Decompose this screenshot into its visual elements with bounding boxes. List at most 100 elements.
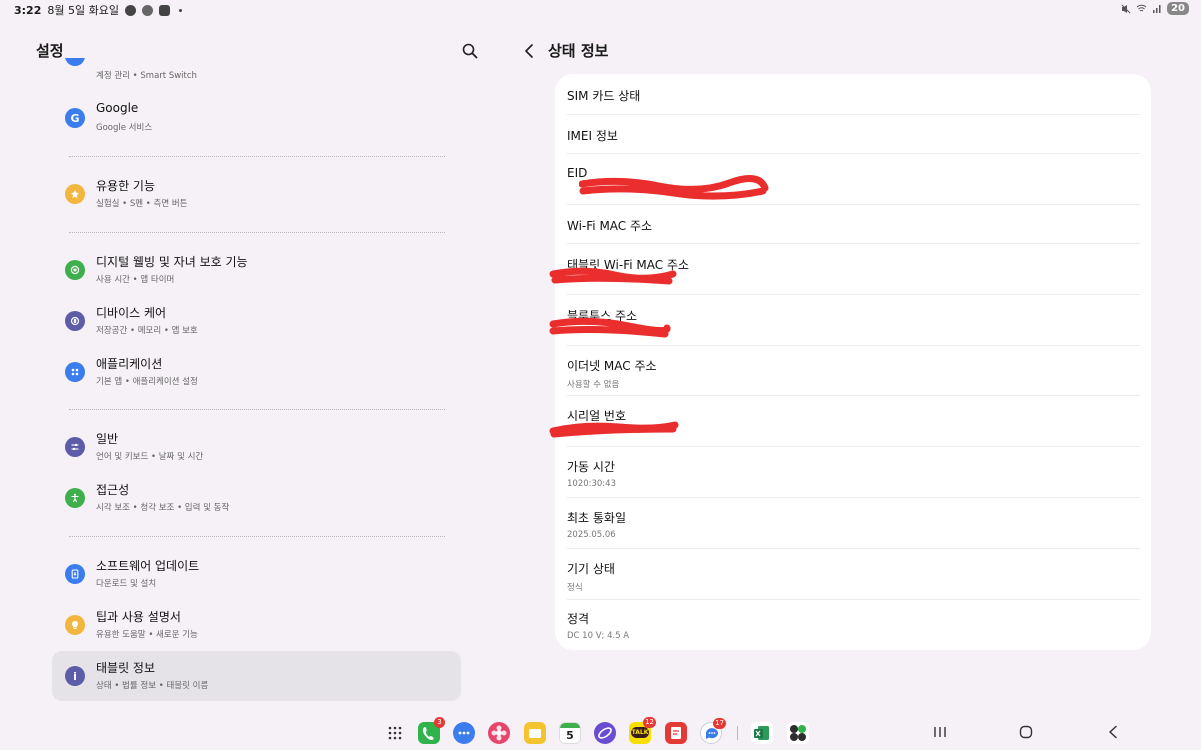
menu-item-advanced-features[interactable]: 유용한 기능 실험실 • S펜 • 측면 버튼	[52, 169, 461, 219]
signal-icon	[1153, 5, 1161, 13]
row-divider	[567, 153, 1140, 154]
section-divider	[69, 232, 445, 233]
menu-item-title: 소프트웨어 업데이트	[96, 559, 200, 573]
internet-app-icon[interactable]	[594, 722, 616, 744]
menu-item-accounts-partial[interactable]: 계정 관리 • Smart Switch	[52, 58, 461, 80]
notification-chat-icon	[124, 4, 136, 16]
row-title: 최초 통화일	[567, 511, 627, 525]
row-divider	[567, 243, 1140, 244]
row-title: 이더넷 MAC 주소	[567, 359, 657, 373]
excel-app-icon[interactable]	[751, 722, 773, 744]
menu-item-subtitle: Google 서비스	[96, 123, 153, 133]
menu-item-subtitle: 시각 보조 • 청각 보조 • 입력 및 동작	[96, 503, 230, 513]
messages-app-icon[interactable]	[453, 722, 475, 744]
accounts-icon	[65, 58, 85, 66]
row-uptime: 가동 시간 1020:30:43	[567, 458, 1140, 489]
chat-app-icon[interactable]: 17	[700, 718, 726, 744]
row-divider	[567, 446, 1140, 447]
menu-item-title: 유용한 기능	[96, 179, 156, 193]
navigation-bar: 3 5 TALK 12 17	[0, 712, 1201, 750]
row-wifi-mac[interactable]: Wi-Fi MAC 주소	[567, 217, 1140, 234]
menu-item-subtitle: 언어 및 키보드 • 날짜 및 시간	[96, 452, 204, 462]
section-divider	[69, 409, 445, 410]
menu-item-about-tablet[interactable]: i 태블릿 정보 상태 • 법률 정보 • 태블릿 이름	[52, 651, 461, 701]
menu-item-title: 접근성	[96, 483, 130, 497]
calculator-app-icon[interactable]	[787, 722, 809, 744]
menu-item-title: 일반	[96, 432, 119, 446]
row-divider	[567, 294, 1140, 295]
row-title: 기기 상태	[567, 562, 615, 576]
row-value: 정식	[567, 583, 583, 593]
phone-app-icon[interactable]: 3	[418, 717, 445, 744]
row-device-status: 기기 상태 정식	[567, 560, 1140, 593]
redaction-scribble	[549, 421, 679, 438]
row-divider	[567, 548, 1140, 549]
menu-item-title: 태블릿 정보	[96, 661, 156, 675]
software-update-icon	[65, 564, 85, 584]
menu-item-accessibility[interactable]: 접근성 시각 보조 • 청각 보조 • 입력 및 동작	[52, 473, 461, 523]
redaction-scribble	[549, 267, 677, 285]
menu-item-applications[interactable]: 애플리케이션 기본 앱 • 애플리케이션 설정	[52, 347, 461, 397]
menu-item-subtitle: 상태 • 법률 정보 • 태블릿 이름	[96, 681, 209, 691]
menu-item-google[interactable]: G Google Google 서비스	[52, 93, 461, 143]
device-care-icon	[65, 311, 85, 331]
wellbeing-heart-icon	[65, 260, 85, 280]
menu-item-tips[interactable]: 팁과 사용 설명서 유용한 도움말 • 새로운 기능	[52, 600, 461, 650]
row-value: 사용할 수 없음	[567, 380, 620, 390]
page-title: 상태 정보	[548, 42, 609, 60]
back-button[interactable]	[1106, 725, 1120, 739]
status-info-card: SIM 카드 상태 IMEI 정보 EID Wi-Fi MAC 주소 태블릿 W…	[549, 74, 1151, 650]
more-notifications-icon	[178, 8, 182, 12]
battery-indicator: 20	[1167, 2, 1189, 15]
row-title: SIM 카드 상태	[567, 89, 641, 103]
calendar-app-icon[interactable]: 5	[559, 722, 581, 744]
google-icon: G	[65, 108, 85, 128]
info-icon: i	[65, 666, 85, 686]
menu-item-title: 디지털 웰빙 및 자녀 보호 기능	[96, 255, 248, 269]
wifi-icon	[1136, 4, 1147, 12]
my-files-app-icon[interactable]	[524, 722, 546, 744]
notes-app-icon[interactable]	[665, 722, 687, 744]
menu-item-subtitle: 실험실 • S펜 • 측면 버튼	[96, 199, 188, 209]
section-divider	[69, 536, 445, 537]
kakaotalk-label: TALK	[631, 727, 649, 738]
dock-separator	[737, 726, 738, 740]
status-time: 3:22	[14, 3, 42, 17]
recent-apps-button[interactable]	[933, 725, 947, 739]
menu-item-title: 애플리케이션	[96, 357, 163, 371]
row-first-call-date: 최초 통화일 2025.05.06	[567, 509, 1140, 540]
menu-item-software-update[interactable]: 소프트웨어 업데이트 다운로드 및 설치	[52, 549, 461, 599]
detail-header: 상태 정보	[522, 40, 608, 61]
row-title: 정격	[567, 612, 590, 626]
menu-item-subtitle: 다운로드 및 설치	[96, 579, 157, 589]
lightbulb-icon	[65, 615, 85, 635]
search-icon[interactable]	[461, 42, 479, 60]
menu-item-general[interactable]: 일반 언어 및 키보드 • 날짜 및 시간	[52, 422, 461, 472]
accessibility-person-icon	[65, 488, 85, 508]
row-divider	[567, 345, 1140, 346]
row-divider	[567, 497, 1140, 498]
star-gear-icon	[65, 184, 85, 204]
app-drawer-icon[interactable]	[388, 726, 402, 740]
menu-item-device-care[interactable]: 디바이스 케어 저장공간 • 메모리 • 앱 보호	[52, 296, 461, 346]
status-bar: 3:22 8월 5일 화요일 20	[0, 0, 1201, 18]
home-button[interactable]	[1019, 725, 1033, 739]
menu-item-subtitle: 저장공간 • 메모리 • 앱 보호	[96, 326, 198, 336]
row-rating: 정격 DC 10 V; 4.5 A	[567, 610, 1140, 641]
kakaotalk-app-icon[interactable]: TALK 12	[629, 717, 656, 744]
row-divider	[567, 599, 1140, 600]
menu-item-digital-wellbeing[interactable]: 디지털 웰빙 및 자녀 보호 기능 사용 시간 • 앱 타이머	[52, 245, 461, 295]
back-arrow-icon[interactable]	[522, 43, 536, 59]
row-divider	[567, 114, 1140, 115]
notification-bag-icon	[158, 4, 170, 16]
notification-app-icon	[141, 4, 153, 16]
row-title: Wi-Fi MAC 주소	[567, 219, 653, 233]
status-date: 8월 5일 화요일	[47, 4, 119, 17]
gallery-app-icon[interactable]	[488, 722, 510, 744]
row-sim-status[interactable]: SIM 카드 상태	[567, 87, 1140, 104]
row-imei[interactable]: IMEI 정보	[567, 127, 1140, 144]
apps-grid-icon	[65, 362, 85, 382]
row-title: 가동 시간	[567, 460, 615, 474]
menu-item-title: Google	[96, 101, 139, 115]
notification-badge: 3	[434, 717, 445, 728]
